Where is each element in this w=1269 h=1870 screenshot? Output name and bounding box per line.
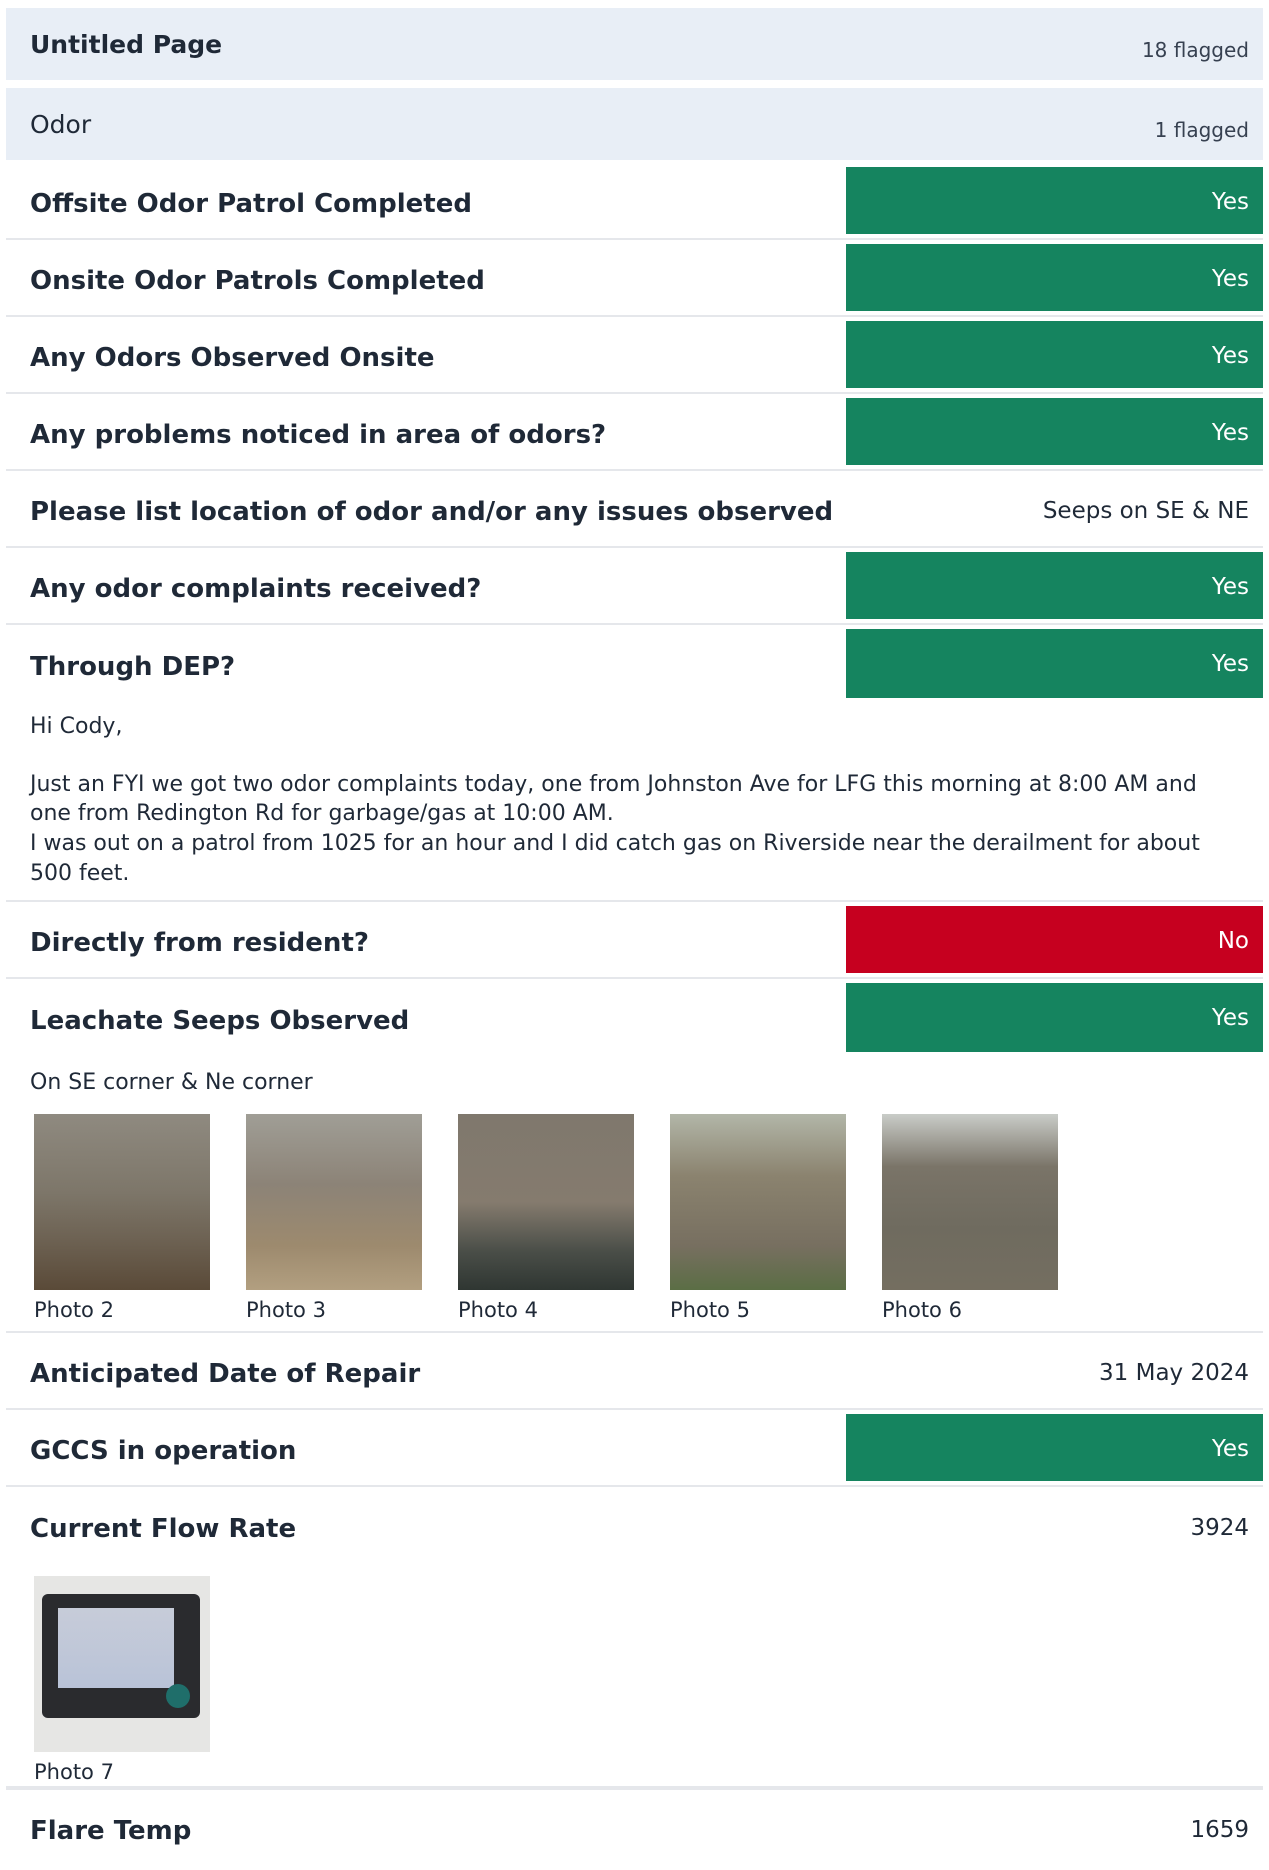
row-odors-onsite: Any Odors Observed Onsite Yes [6, 317, 1263, 394]
answer-yes-badge: Yes [846, 398, 1263, 465]
recorder-dial [166, 1684, 190, 1708]
photo-thumb[interactable]: Photo 2 [34, 1113, 210, 1324]
photo-caption: Photo 5 [670, 1297, 750, 1322]
question-label: Anticipated Date of Repair [30, 1358, 421, 1389]
row-flare-temp: Flare Temp 1659 [6, 1788, 1263, 1865]
row-gccs: GCCS in operation Yes [6, 1410, 1263, 1487]
inspection-report: Untitled Page 18 flagged Odor 1 flagged … [0, 0, 1269, 1865]
photo-thumb[interactable]: Photo 3 [246, 1113, 422, 1324]
photo-gallery: Photo 7 [34, 1564, 1239, 1796]
photo-thumb[interactable]: Photo 5 [670, 1113, 846, 1324]
photo-image[interactable] [670, 1113, 846, 1290]
answer-no-badge: No [846, 906, 1263, 973]
flow-rate-photos: Photo 7 [6, 1564, 1263, 1788]
photo-thumb[interactable]: Photo 4 [458, 1113, 634, 1324]
dep-note: Hi Cody, Just an FYI we got two odor com… [6, 702, 1263, 902]
question-label: Offsite Odor Patrol Completed [30, 188, 472, 219]
row-onsite-patrols: Onsite Odor Patrols Completed Yes [6, 240, 1263, 317]
question-label: Through DEP? [30, 651, 236, 682]
photo-image[interactable] [882, 1113, 1058, 1290]
section-title: Odor [30, 109, 92, 139]
answer-text: 31 May 2024 [1099, 1359, 1249, 1386]
row-problems-area: Any problems noticed in area of odors? Y… [6, 394, 1263, 471]
row-leachate: Leachate Seeps Observed Yes [6, 979, 1263, 1056]
row-through-dep: Through DEP? Yes [6, 625, 1263, 702]
photo-caption: Photo 4 [458, 1297, 538, 1322]
photo-caption: Photo 7 [34, 1760, 114, 1784]
question-label: Flare Temp [30, 1815, 192, 1846]
answer-text: Seeps on SE & NE [1042, 497, 1249, 524]
photo-thumb[interactable]: Photo 7 [34, 1576, 210, 1786]
photo-gallery: Photo 2 Photo 3 Photo 4 Photo 5 Photo 6 [34, 1108, 1239, 1334]
leachate-note-text: On SE corner & Ne corner [30, 1070, 313, 1095]
answer-yes-badge: Yes [846, 167, 1263, 234]
answer-yes-badge: Yes [846, 321, 1263, 388]
photo-image[interactable] [34, 1113, 210, 1290]
question-label: Onsite Odor Patrols Completed [30, 265, 485, 296]
leachate-note: On SE corner & Ne corner Photo 2 Photo 3… [6, 1056, 1263, 1333]
question-label: GCCS in operation [30, 1435, 297, 1466]
page-title: Untitled Page [30, 29, 223, 59]
answer-yes-badge: Yes [846, 983, 1263, 1052]
section-header-odor: Odor 1 flagged [6, 88, 1263, 160]
row-from-resident: Directly from resident? No [6, 902, 1263, 979]
photo-thumb[interactable]: Photo 6 [882, 1113, 1058, 1324]
row-repair-date: Anticipated Date of Repair 31 May 2024 [6, 1333, 1263, 1410]
answer-yes-badge: Yes [846, 1414, 1263, 1481]
note-greeting: Hi Cody, [30, 714, 123, 739]
question-label: Directly from resident? [30, 927, 369, 958]
answer-text: 1659 [1190, 1816, 1249, 1843]
photo-image[interactable] [34, 1576, 210, 1752]
question-label: Any problems noticed in area of odors? [30, 419, 607, 450]
question-label: Any Odors Observed Onsite [30, 342, 435, 373]
question-label: Please list location of odor and/or any … [30, 496, 834, 527]
row-complaints: Any odor complaints received? Yes [6, 548, 1263, 625]
recorder-device [42, 1594, 200, 1718]
row-offsite-patrol: Offsite Odor Patrol Completed Yes [6, 163, 1263, 240]
note-line-2: I was out on a patrol from 1025 for an h… [30, 831, 1200, 886]
note-line-1: Just an FYI we got two odor complaints t… [30, 771, 1197, 827]
page-header: Untitled Page 18 flagged [6, 8, 1263, 80]
section-flag-count: 1 flagged [1154, 118, 1249, 142]
question-label: Any odor complaints received? [30, 573, 482, 604]
row-odor-location: Please list location of odor and/or any … [6, 471, 1263, 548]
answer-yes-badge: Yes [846, 552, 1263, 619]
page-flag-count: 18 flagged [1141, 38, 1249, 62]
photo-caption: Photo 2 [34, 1297, 114, 1322]
photo-image[interactable] [246, 1113, 422, 1290]
answer-text: 3924 [1190, 1514, 1249, 1541]
photo-caption: Photo 6 [882, 1297, 962, 1322]
answer-yes-badge: Yes [846, 244, 1263, 311]
row-flow-rate: Current Flow Rate 3924 [6, 1487, 1263, 1564]
question-label: Current Flow Rate [30, 1513, 297, 1544]
question-label: Leachate Seeps Observed [30, 1005, 410, 1036]
photo-caption: Photo 3 [246, 1297, 326, 1322]
photo-image[interactable] [458, 1113, 634, 1290]
recorder-screen [58, 1608, 174, 1688]
answer-yes-badge: Yes [846, 629, 1263, 698]
